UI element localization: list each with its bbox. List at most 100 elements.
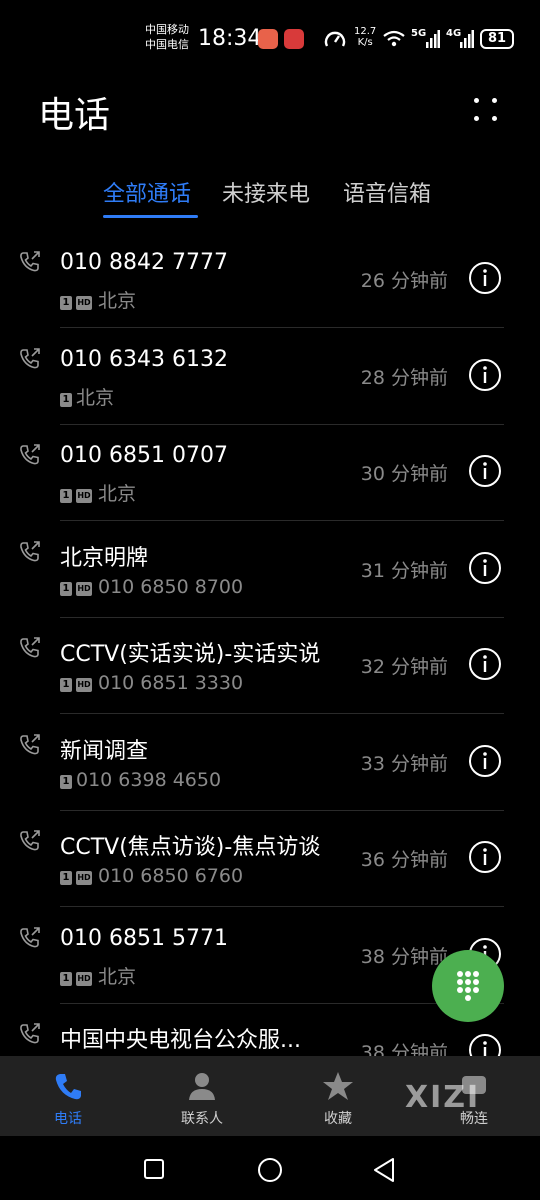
info-icon[interactable]	[468, 358, 502, 392]
call-filter-tabs: 全部通话 未接来电 语音信箱	[0, 176, 540, 220]
net-speed-unit: K/s	[357, 37, 373, 48]
info-icon[interactable]	[468, 551, 502, 585]
call-time: 26 分钟前	[360, 270, 448, 292]
call-time: 36 分钟前	[360, 849, 448, 871]
call-subtitle: 1 HD 010 6850 8700	[60, 576, 243, 598]
notification-app-icon-2	[284, 29, 304, 49]
back-icon[interactable]	[372, 1157, 396, 1183]
carrier-1: 中国移动	[145, 23, 189, 36]
call-time: 28 分钟前	[360, 366, 448, 389]
outgoing-call-icon	[20, 1023, 40, 1044]
status-time: 18:34	[198, 26, 262, 51]
hd-call-badge: HD	[76, 581, 92, 596]
dot-icon	[492, 116, 497, 121]
call-log-row[interactable]: 新闻调查 1 010 6398 4650 33 分钟前	[0, 715, 540, 811]
bottom-navigation: 电话 联系人 收藏 畅连 XIZI	[0, 1056, 540, 1136]
info-icon[interactable]	[468, 454, 502, 488]
sim-1-badge: 1	[60, 774, 72, 789]
recent-apps-icon[interactable]	[143, 1158, 165, 1180]
call-log-row[interactable]: 010 8842 7777 1 HD 北京 26 分钟前	[0, 232, 540, 328]
outgoing-call-icon	[20, 637, 40, 658]
hd-call-badge: HD	[76, 871, 92, 885]
hd-call-badge: HD	[76, 489, 92, 503]
call-log-row[interactable]: CCTV(实话实说)-实话实说 1 HD 010 6851 3330 32 分钟前	[0, 618, 540, 714]
call-subtitle: 1 HD 010 6850 6760	[60, 865, 243, 887]
active-tab-indicator	[103, 215, 198, 218]
caller-name: CCTV(实话实说)-实话实说	[60, 642, 321, 667]
sim-1-badge: 1	[60, 871, 72, 885]
net-speed: 12.7 K/s	[354, 26, 376, 48]
more-options-button[interactable]	[470, 96, 502, 124]
sim-1-badge: 1	[60, 392, 72, 407]
phone-icon	[55, 1074, 81, 1100]
call-log-row[interactable]: CCTV(焦点访谈)-焦点访谈 1 HD 010 6850 6760 36 分钟前	[0, 811, 540, 907]
call-detail: 010 6850 8700	[98, 575, 244, 598]
nav-favorites-label: 收藏	[324, 1111, 352, 1127]
call-log-row[interactable]: 北京明牌 1 HD 010 6850 8700 31 分钟前	[0, 522, 540, 618]
hd-call-badge: HD	[76, 971, 92, 986]
sim-1-badge: 1	[60, 296, 72, 310]
nav-phone[interactable]: 电话	[18, 1056, 118, 1136]
tab-missed-calls[interactable]: 未接来电	[222, 176, 310, 208]
sim1-network-label: 5G	[411, 28, 427, 39]
caller-name: 010 6851 5771	[60, 925, 228, 951]
outgoing-call-icon	[20, 251, 40, 272]
page-title: 电话	[38, 95, 111, 136]
call-detail: 北京	[98, 483, 137, 505]
caller-name: 北京明牌	[60, 545, 149, 571]
signal-icon	[426, 30, 440, 48]
battery-indicator: 81	[480, 29, 514, 49]
call-subtitle: 1 HD 北京	[60, 286, 136, 313]
nav-favorites[interactable]: 收藏	[288, 1056, 388, 1136]
sim2-network-label: 4G	[446, 28, 462, 39]
dialpad-button[interactable]	[432, 950, 504, 1022]
call-time: 30 分钟前	[360, 463, 448, 485]
info-icon[interactable]	[468, 840, 502, 874]
caller-name: 中国中央电视台公众服...	[60, 1028, 301, 1053]
wifi-icon	[383, 30, 405, 47]
nav-contacts[interactable]: 联系人	[152, 1056, 252, 1136]
home-icon[interactable]	[257, 1157, 283, 1183]
dot-icon	[474, 116, 479, 121]
hd-call-badge: HD	[76, 296, 92, 310]
call-subtitle: 1 北京	[60, 383, 114, 410]
notification-app-icon	[258, 29, 278, 49]
signal-icon-2	[460, 30, 474, 48]
outgoing-call-icon	[20, 733, 40, 754]
call-detail: 北京	[98, 965, 137, 988]
call-detail: 010 6850 6760	[98, 865, 244, 887]
call-subtitle: 1 HD 北京	[60, 479, 136, 506]
call-detail: 北京	[76, 386, 115, 409]
info-icon[interactable]	[468, 647, 502, 681]
sim-1-badge: 1	[60, 581, 72, 596]
hd-call-badge: HD	[76, 678, 92, 692]
speedometer-icon	[324, 31, 346, 47]
outgoing-call-icon	[20, 444, 40, 465]
system-navigation-bar	[0, 1136, 540, 1200]
outgoing-call-icon	[20, 830, 40, 851]
caller-name: 010 6343 6132	[60, 346, 228, 372]
call-detail: 010 6851 3330	[98, 672, 244, 694]
caller-name: 新闻调查	[60, 738, 149, 764]
call-log-row[interactable]: 010 6851 0707 1 HD 北京 30 分钟前	[0, 425, 540, 521]
contacts-icon	[189, 1073, 215, 1100]
call-subtitle: 1 HD 北京	[60, 962, 136, 989]
call-time: 31 分钟前	[360, 559, 448, 582]
caller-name: 010 8842 7777	[60, 250, 228, 275]
caller-name: CCTV(焦点访谈)-焦点访谈	[60, 835, 321, 860]
tab-all-calls[interactable]: 全部通话	[103, 176, 191, 208]
dot-icon	[492, 98, 497, 103]
watermark-logo: XIZI	[405, 1080, 481, 1115]
outgoing-call-icon	[20, 540, 40, 561]
tab-voicemail[interactable]: 语音信箱	[343, 176, 431, 208]
star-icon	[323, 1072, 353, 1100]
call-time: 32 分钟前	[360, 656, 448, 678]
info-icon[interactable]	[468, 261, 502, 295]
sim-1-badge: 1	[60, 678, 72, 692]
outgoing-call-icon	[20, 926, 40, 947]
outgoing-call-icon	[20, 347, 40, 368]
net-speed-value: 12.7	[354, 26, 377, 37]
dialpad-icon	[457, 971, 479, 1001]
info-icon[interactable]	[468, 744, 502, 778]
call-log-row[interactable]: 010 6343 6132 1 北京 28 分钟前	[0, 329, 540, 425]
